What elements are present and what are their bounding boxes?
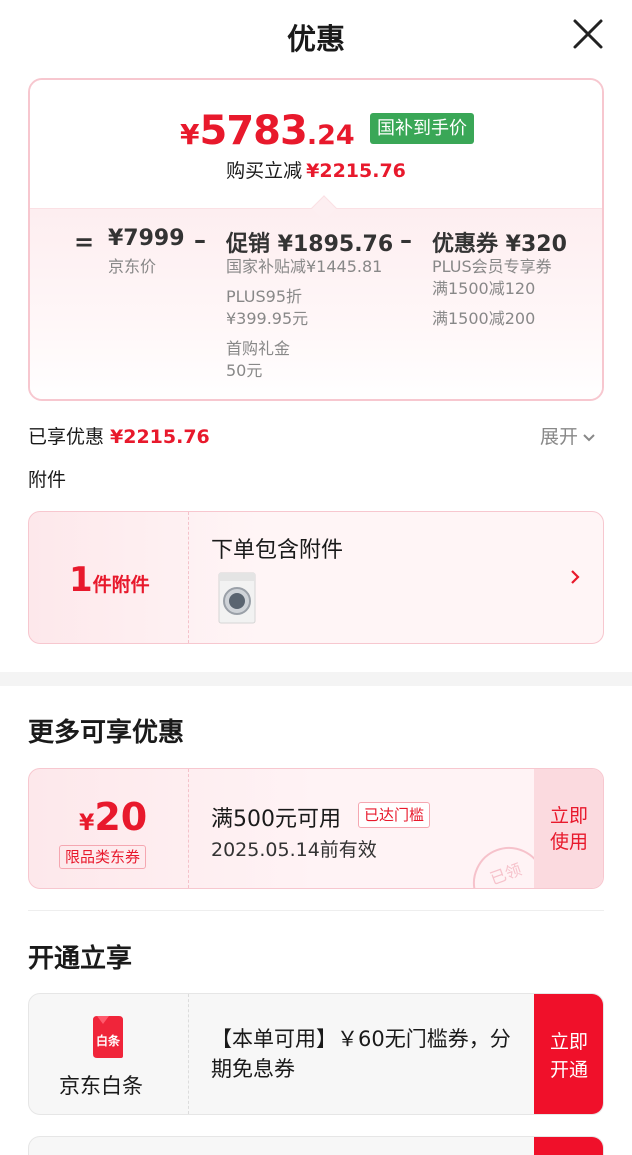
reduce-line: 购买立减 ¥2215.76: [30, 156, 602, 183]
accessory-section-label: 附件: [28, 469, 67, 491]
accessory-card[interactable]: 1件附件 下单包含附件: [28, 511, 604, 644]
promo-item: PLUS95折: [226, 287, 302, 306]
final-price-currency: ¥: [180, 118, 200, 151]
reduce-value: ¥2215.76: [306, 160, 406, 182]
promo-item: 国家补贴减¥1445.81: [226, 257, 383, 276]
chevron-down-icon: [583, 433, 595, 441]
baitiao-icon: 白条: [93, 1016, 123, 1058]
discount-summary: 已享优惠 ¥2215.76: [28, 422, 210, 449]
open-baitiao-label-2: 开通: [549, 1059, 588, 1081]
coupon-type-badge: 限品类东券: [59, 845, 147, 869]
coupon-item: 满1500减200: [432, 309, 536, 328]
close-button[interactable]: [570, 16, 606, 52]
next-offer-action[interactable]: [534, 1137, 603, 1155]
promo-item: 50元: [226, 361, 263, 380]
coupon-item: 满1500减120: [432, 279, 536, 298]
accessory-count: 1件附件: [69, 560, 150, 600]
discount-summary-label: 已享优惠: [28, 426, 105, 448]
subsidy-price-badge: 国补到手价: [370, 113, 474, 144]
accessory-count-unit: 件附件: [92, 574, 150, 596]
coupon-amount: ¥20: [79, 795, 147, 839]
baitiao-icon-text: 白条: [96, 1033, 121, 1048]
minus-sign: –: [194, 226, 206, 254]
use-coupon-label-2: 使用: [549, 831, 588, 853]
coupon-threshold-tag: 已达门槛: [358, 802, 431, 828]
open-baitiao-button[interactable]: 立即 开通: [534, 994, 603, 1114]
accessory-title: 下单包含附件: [211, 538, 344, 563]
expand-button[interactable]: 展开: [540, 422, 596, 449]
equals-sign: =: [74, 228, 95, 256]
coupon-card: ¥20 限品类东券 满500元可用 已达门槛 2025.05.14前有效 已领 …: [28, 768, 604, 889]
price-breakdown-card: ¥5783.24 国补到手价 购买立减 ¥2215.76 = ¥7999 京东价 …: [28, 78, 604, 401]
coupon-item: PLUS会员专享券: [432, 257, 552, 276]
coupon-expiry: 2025.05.14前有效: [211, 839, 377, 861]
promo-total: 促销 ¥1895.76: [226, 232, 394, 257]
baitiao-card: 白条 京东白条 【本单可用】￥60无门槛券，分期免息券 立即 开通: [28, 993, 604, 1115]
washing-machine-thumbnail: [218, 572, 256, 624]
coupon-value: 20: [94, 795, 148, 839]
chevron-right-icon: [571, 570, 580, 584]
baitiao-name: 京东白条: [59, 1074, 143, 1098]
use-coupon-button[interactable]: 立即 使用: [534, 769, 603, 888]
promo-item: ¥399.95元: [226, 309, 309, 328]
final-price-decimal: .24: [306, 120, 355, 151]
promo-item: 首购礼金: [226, 339, 291, 358]
section-divider: [0, 672, 632, 686]
final-price: ¥5783.24: [180, 108, 355, 154]
divider: [28, 910, 604, 911]
more-offers-title: 更多可享优惠: [28, 718, 185, 748]
final-price-integer: 5783: [199, 108, 307, 154]
minus-sign: –: [400, 226, 412, 254]
coupon-condition: 满500元可用: [211, 807, 341, 832]
sheet-header: 优惠: [0, 0, 632, 70]
baitiao-description: 【本单可用】￥60无门槛券，分期免息券: [211, 1027, 511, 1081]
reduce-label: 购买立减: [226, 160, 303, 182]
sheet-title: 优惠: [286, 22, 345, 56]
use-coupon-label-1: 立即: [549, 805, 588, 827]
open-baitiao-label-1: 立即: [549, 1031, 588, 1053]
base-price: ¥7999: [108, 226, 185, 251]
coupon-currency: ¥: [79, 811, 95, 836]
discount-summary-value: ¥2215.76: [110, 426, 210, 448]
coupon-total: 优惠券 ¥320: [432, 232, 567, 257]
open-offers-title: 开通立享: [28, 944, 133, 974]
accessory-count-number: 1: [69, 560, 93, 600]
base-price-label: 京东价: [108, 257, 157, 276]
expand-label: 展开: [540, 426, 579, 448]
next-offer-card: [28, 1136, 604, 1155]
close-icon: [573, 19, 603, 49]
